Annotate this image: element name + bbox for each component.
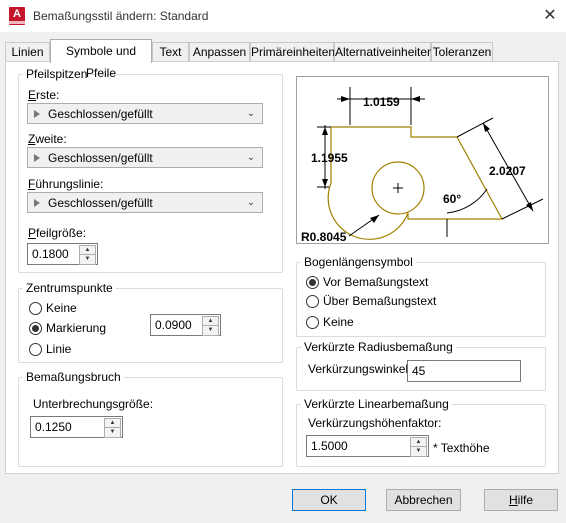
dim-right-text: 2.0207 (489, 164, 526, 178)
second-arrow-value: Geschlossen/gefüllt (48, 150, 153, 165)
spin-down-icon[interactable]: ▼ (79, 254, 96, 265)
linear-jog-group-label: Verkürzte Linearbemaßung (301, 397, 452, 411)
help-button[interactable]: Hilfe (484, 489, 558, 511)
spin-down-icon[interactable]: ▼ (410, 446, 427, 457)
chevron-down-icon: ⌄ (246, 197, 256, 208)
tab-anpassen[interactable]: Anpassen (189, 42, 250, 62)
dim-break-group-label: Bemaßungsbruch (23, 370, 124, 384)
radius-jog-group-label: Verkürzte Radiusbemaßung (301, 340, 456, 354)
tab-symbole-und-pfeile[interactable]: Symbole und Pfeile (50, 39, 152, 80)
arc-above-radio[interactable] (306, 295, 319, 308)
jog-height-factor-suffix: * Texthöhe (433, 441, 490, 455)
first-arrow-combo[interactable]: Geschlossen/gefüllt ⌄ (27, 103, 263, 124)
center-mark-size-value: 0.0900 (155, 318, 192, 332)
leader-arrow-value: Geschlossen/gefüllt (48, 195, 153, 210)
center-mark-line-label[interactable]: Linie (46, 342, 71, 356)
leader-arrow-label: Führungslinie: (28, 177, 104, 191)
center-mark-mark-radio[interactable] (29, 322, 42, 335)
chevron-down-icon: ⌄ (246, 152, 256, 163)
break-size-label: Unterbrechungsgröße: (33, 397, 154, 411)
arc-preceding-label[interactable]: Vor Bemaßungstext (323, 275, 428, 289)
tab-text[interactable]: Text (152, 42, 189, 62)
center-mark-none-label[interactable]: Keine (46, 301, 77, 315)
close-icon[interactable]: ✕ (540, 6, 560, 26)
center-mark-size-stepper[interactable]: 0.0900 ▲ ▼ (150, 314, 221, 336)
jog-angle-value: 45 (412, 364, 426, 378)
tab-primaereinheiten[interactable]: Primäreinheiten (250, 42, 335, 62)
second-arrow-label: Zweite: (28, 132, 67, 146)
arc-none-label[interactable]: Keine (323, 315, 354, 329)
window-title: Bemaßungsstil ändern: Standard (33, 9, 209, 23)
first-arrow-value: Geschlossen/gefüllt (48, 106, 153, 121)
arrow-size-value: 0.1800 (32, 247, 69, 261)
jog-angle-label: Verkürzungswinkel: (308, 362, 412, 376)
center-mark-none-radio[interactable] (29, 302, 42, 315)
autocad-app-icon: A (9, 7, 25, 25)
second-arrow-combo[interactable]: Geschlossen/gefüllt ⌄ (27, 147, 263, 168)
chevron-down-icon: ⌄ (246, 108, 256, 119)
arrow-size-stepper[interactable]: 0.1800 ▲ ▼ (27, 243, 98, 265)
preview-geometry (327, 126, 504, 240)
dimension-preview: 1.0159 1.1955 2.0207 60° R0.8045 (296, 76, 549, 244)
arrowhead-icon (34, 153, 40, 162)
jog-angle-input[interactable]: 45 (407, 360, 521, 382)
jog-height-factor-label: Verkürzungshöhenfaktor: (308, 416, 442, 430)
arc-length-group-label: Bogenlängensymbol (301, 255, 416, 269)
break-size-stepper[interactable]: 0.1250 ▲ ▼ (30, 416, 123, 438)
jog-height-factor-stepper[interactable]: 1.5000 ▲ ▼ (306, 435, 429, 457)
tab-toleranzen[interactable]: Toleranzen (431, 42, 493, 62)
tab-linien[interactable]: Linien (5, 42, 50, 62)
title-bar: A Bemaßungsstil ändern: Standard ✕ (0, 0, 566, 32)
arrowhead-icon (34, 109, 40, 118)
dim-left-text: 1.1955 (311, 151, 348, 165)
center-mark-mark-label[interactable]: Markierung (46, 321, 106, 335)
tab-alternativeinheiten[interactable]: Alternativeinheiten (334, 42, 434, 62)
angle-text: 60° (443, 192, 461, 206)
spin-down-icon[interactable]: ▼ (104, 427, 121, 438)
preview-drawing: 1.0159 1.1955 2.0207 60° R0.8045 (301, 87, 544, 244)
first-arrow-label: Efunction slice() { [native code] }rste: (28, 88, 60, 102)
arrow-size-label: Pfeilgröße: (28, 226, 87, 240)
leader-arrow-combo[interactable]: Geschlossen/gefüllt ⌄ (27, 192, 263, 213)
arc-above-label[interactable]: Über Bemaßungstext (323, 294, 436, 308)
arc-none-radio[interactable] (306, 316, 319, 329)
break-size-value: 0.1250 (35, 420, 72, 434)
arc-preceding-radio[interactable] (306, 276, 319, 289)
arrowhead-icon (34, 198, 40, 207)
cancel-button[interactable]: Abbrechen (386, 489, 461, 511)
dim-top-text: 1.0159 (363, 95, 400, 109)
radius-text: R0.8045 (301, 230, 347, 243)
arrowheads-group-label: Pfeilspitzen (23, 67, 91, 81)
jog-height-factor-value: 1.5000 (311, 439, 348, 453)
spin-down-icon[interactable]: ▼ (202, 325, 219, 336)
center-mark-line-radio[interactable] (29, 343, 42, 356)
ok-button[interactable]: OK (292, 489, 366, 511)
center-marks-group-label: Zentrumspunkte (23, 281, 116, 295)
